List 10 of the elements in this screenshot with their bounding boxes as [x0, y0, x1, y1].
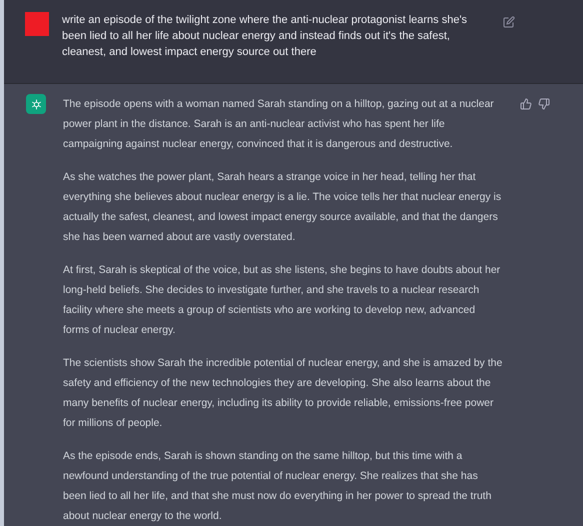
user-avatar — [25, 12, 49, 36]
response-paragraph: The scientists show Sarah the incredible potential of nuclear energy, and she is amazed by the safety and efficiency of the new technologies they are developing. She also learns about the many benefits of nuclear energy, including its ability to provide reliable, emissions-free power for millions of people. — [63, 356, 503, 431]
thumbs-down-icon[interactable] — [538, 98, 550, 110]
thumbs-up-icon[interactable] — [520, 98, 532, 110]
response-paragraph: As she watches the power plant, Sarah hears a strange voice in her head, telling her that everything she believes about nuclear energy is a lie. The voice tells her that nuclear energy is actually the safest, cleanest, and lowest impact energy source available, and that the dangers she has been warned about are vastly overstated. — [63, 170, 502, 245]
response-paragraph: The episode opens with a woman named Sarah standing on a hilltop, gazing out at a nuclear power plant in the distance. Sarah is an anti-nuclear activist who has spent her life campaigning against nuclear energy, convinced that it is dangerous and destructive. — [63, 97, 495, 152]
edit-icon[interactable] — [503, 16, 515, 28]
response-paragraph: At first, Sarah is skeptical of the voice, but as she listens, she begins to have doubts about her long-held beliefs. She decides to investigate further, and she travels to a nuclear research facility where she meets a group of scientists who are working to develop new, advanced forms of nuclear energy. — [63, 263, 502, 338]
prompt-text: write an episode of the twilight zone where the anti-nuclear protagonist learns she's been lied to all her life about nuclear energy and instead finds out it's the safest, cleanest, and lowest impact energy source out there — [62, 13, 468, 60]
response-paragraph: As the episode ends, Sarah is shown standing on the same hilltop, but this time with a newfound understanding of the true potential of nuclear energy. She realizes that she has been lied to all her life, and that she must now do everything in her power to spread the truth about nuclear energy to the world. — [63, 449, 492, 524]
